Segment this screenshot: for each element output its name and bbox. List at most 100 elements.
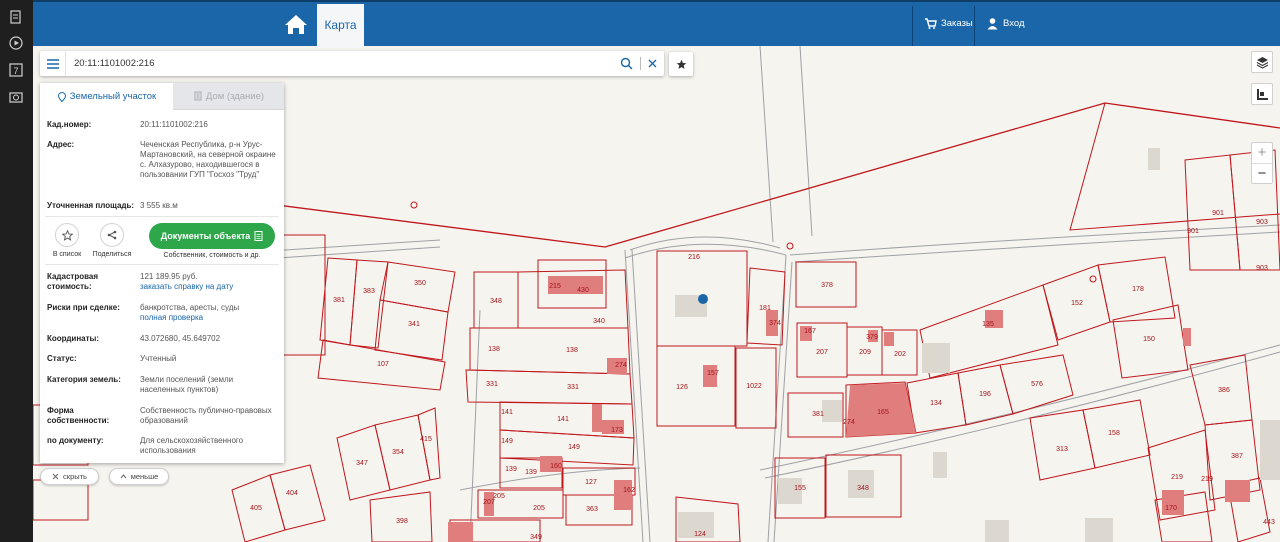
parcel-number-label: 576	[1031, 381, 1043, 388]
coordinates-label: Координаты:	[47, 334, 100, 343]
measure-button[interactable]	[1251, 83, 1273, 105]
parcel-number-label: 903	[1256, 219, 1268, 226]
parcel-number-label: 155	[794, 485, 806, 492]
building-icon	[194, 91, 202, 101]
parcel-number-label: 196	[979, 391, 991, 398]
favorite-button[interactable]	[669, 52, 693, 76]
land-category-value: Земли поселений (земли населенных пункто…	[140, 375, 234, 394]
parcel-number-label: 178	[1132, 286, 1144, 293]
camera-icon[interactable]	[8, 89, 24, 105]
parcel-number-label: 341	[408, 321, 420, 328]
parcel-number-label: 313	[1056, 446, 1068, 453]
search-input[interactable]	[74, 55, 574, 72]
parcel-number-label: 381	[812, 411, 824, 418]
share-label: Поделиться	[92, 251, 132, 258]
login-button[interactable]: Вход	[986, 17, 1025, 30]
parcel-number-label: 348	[490, 298, 502, 305]
zoom-out-button[interactable]: −	[1252, 163, 1272, 183]
close-icon	[52, 473, 59, 480]
parcel-number-label: 219	[1201, 476, 1213, 483]
parcel-number-label: 443	[1263, 519, 1275, 526]
risks-text: банкротства, аресты, суды	[140, 303, 240, 312]
tab-land-plot[interactable]: Земельный участок	[40, 83, 173, 110]
layers-button[interactable]	[1251, 51, 1273, 73]
close-icon[interactable]	[646, 57, 659, 70]
parcel-number-label: 379	[866, 334, 878, 341]
search-divider	[640, 57, 641, 70]
search-bar	[40, 51, 664, 76]
tab-land-plot-label: Земельный участок	[69, 91, 157, 102]
parcel-number-label: 138	[488, 346, 500, 353]
cadastral-cost-amount: 121 189.95 руб.	[140, 272, 198, 281]
parcel-number-label: 141	[557, 416, 569, 423]
parcel-number-label: 207	[816, 349, 828, 356]
parcel-number-label: 126	[676, 384, 688, 391]
ownership-value: Собственность публично-правовых образова…	[140, 406, 272, 425]
chevron-up-icon	[120, 474, 127, 479]
parcel-number-label: 1022	[746, 383, 762, 390]
login-label: Вход	[1003, 18, 1025, 29]
hide-panel-button[interactable]: скрыть	[40, 468, 99, 485]
risks-label: Риски при сделке:	[47, 303, 120, 312]
document-icon	[254, 231, 263, 241]
parcel-number-label: 901	[1187, 228, 1199, 235]
area-label: Уточненная площадь:	[47, 201, 135, 210]
add-to-list-button[interactable]: В список	[47, 223, 87, 258]
parcel-number-label: 139	[505, 466, 517, 473]
parcel-number-label: 348	[857, 485, 869, 492]
zoom-control: + −	[1251, 142, 1273, 184]
search-icon[interactable]	[620, 57, 633, 70]
parcel-number-label: 398	[396, 518, 408, 525]
parcel-number-label: 150	[1143, 336, 1155, 343]
cadastral-cost-value: 121 189.95 руб. заказать справку на дату	[140, 272, 277, 292]
parcel-number-label: 415	[420, 436, 432, 443]
full-check-link[interactable]: полная проверка	[140, 313, 203, 322]
document-icon[interactable]	[8, 9, 24, 25]
cadastral-number-link[interactable]: 20:11:1101002:216	[140, 120, 277, 130]
area-value: 3 555 кв.м	[140, 201, 178, 210]
parcel-number-label: 274	[843, 419, 855, 426]
object-documents-caption: Собственник, стоимость и др.	[163, 252, 261, 259]
parcel-number-label: 207	[483, 499, 495, 506]
coordinates-value: 43.072680, 45.649702	[140, 334, 221, 343]
parcel-number-label: 430	[577, 287, 589, 294]
tab-building[interactable]: Дом (здание)	[173, 83, 284, 110]
address-value: Чеченская Республика, р-н Урус-Мартановс…	[140, 140, 276, 179]
collapse-panel-label: меньше	[130, 472, 159, 481]
land-category-label: Категория земель:	[47, 375, 121, 384]
parcel-number-label: 215	[549, 283, 561, 290]
top-navigation-bar: Карта Заказы Вход	[33, 0, 1280, 48]
parcel-number-label: 903	[1256, 265, 1268, 272]
object-documents-button[interactable]: Документы объекта	[149, 223, 275, 249]
star-icon	[676, 59, 686, 69]
collapse-panel-button[interactable]: меньше	[109, 468, 169, 485]
play-icon[interactable]	[8, 35, 24, 51]
orders-button[interactable]: Заказы	[924, 17, 973, 30]
share-button[interactable]: Поделиться	[92, 223, 132, 258]
tab-building-label: Дом (здание)	[205, 90, 265, 102]
parcel-number-label: 152	[1071, 300, 1083, 307]
parcel-number-label: 141	[501, 409, 513, 416]
menu-button[interactable]	[40, 51, 66, 76]
parcel-number-label: 149	[568, 444, 580, 451]
tab-map[interactable]: Карта	[317, 4, 364, 48]
parcel-number-label: 202	[894, 351, 906, 358]
zoom-in-button[interactable]: +	[1252, 143, 1272, 163]
parcel-number-label: 181	[759, 305, 771, 312]
parcel-number-label: 404	[286, 490, 298, 497]
share-icon	[107, 230, 117, 240]
parcel-number-label: 374	[769, 320, 781, 327]
home-icon[interactable]	[283, 12, 309, 36]
parcel-number-label: 354	[392, 449, 404, 456]
divider	[45, 264, 279, 265]
parcel-number-label: 162	[623, 487, 635, 494]
status-label: Статус:	[47, 354, 77, 363]
orders-label: Заказы	[941, 18, 973, 29]
order-certificate-link[interactable]: заказать справку на дату	[140, 282, 233, 291]
hamburger-icon	[46, 58, 59, 69]
parcel-number-label: 387	[1231, 453, 1243, 460]
object-info-panel: Земельный участок Дом (здание) Кад.номер…	[40, 83, 284, 463]
calendar-icon[interactable]: 7	[8, 62, 24, 78]
parcel-number-label: 378	[821, 282, 833, 289]
selected-parcel-pin-icon[interactable]	[698, 294, 708, 304]
